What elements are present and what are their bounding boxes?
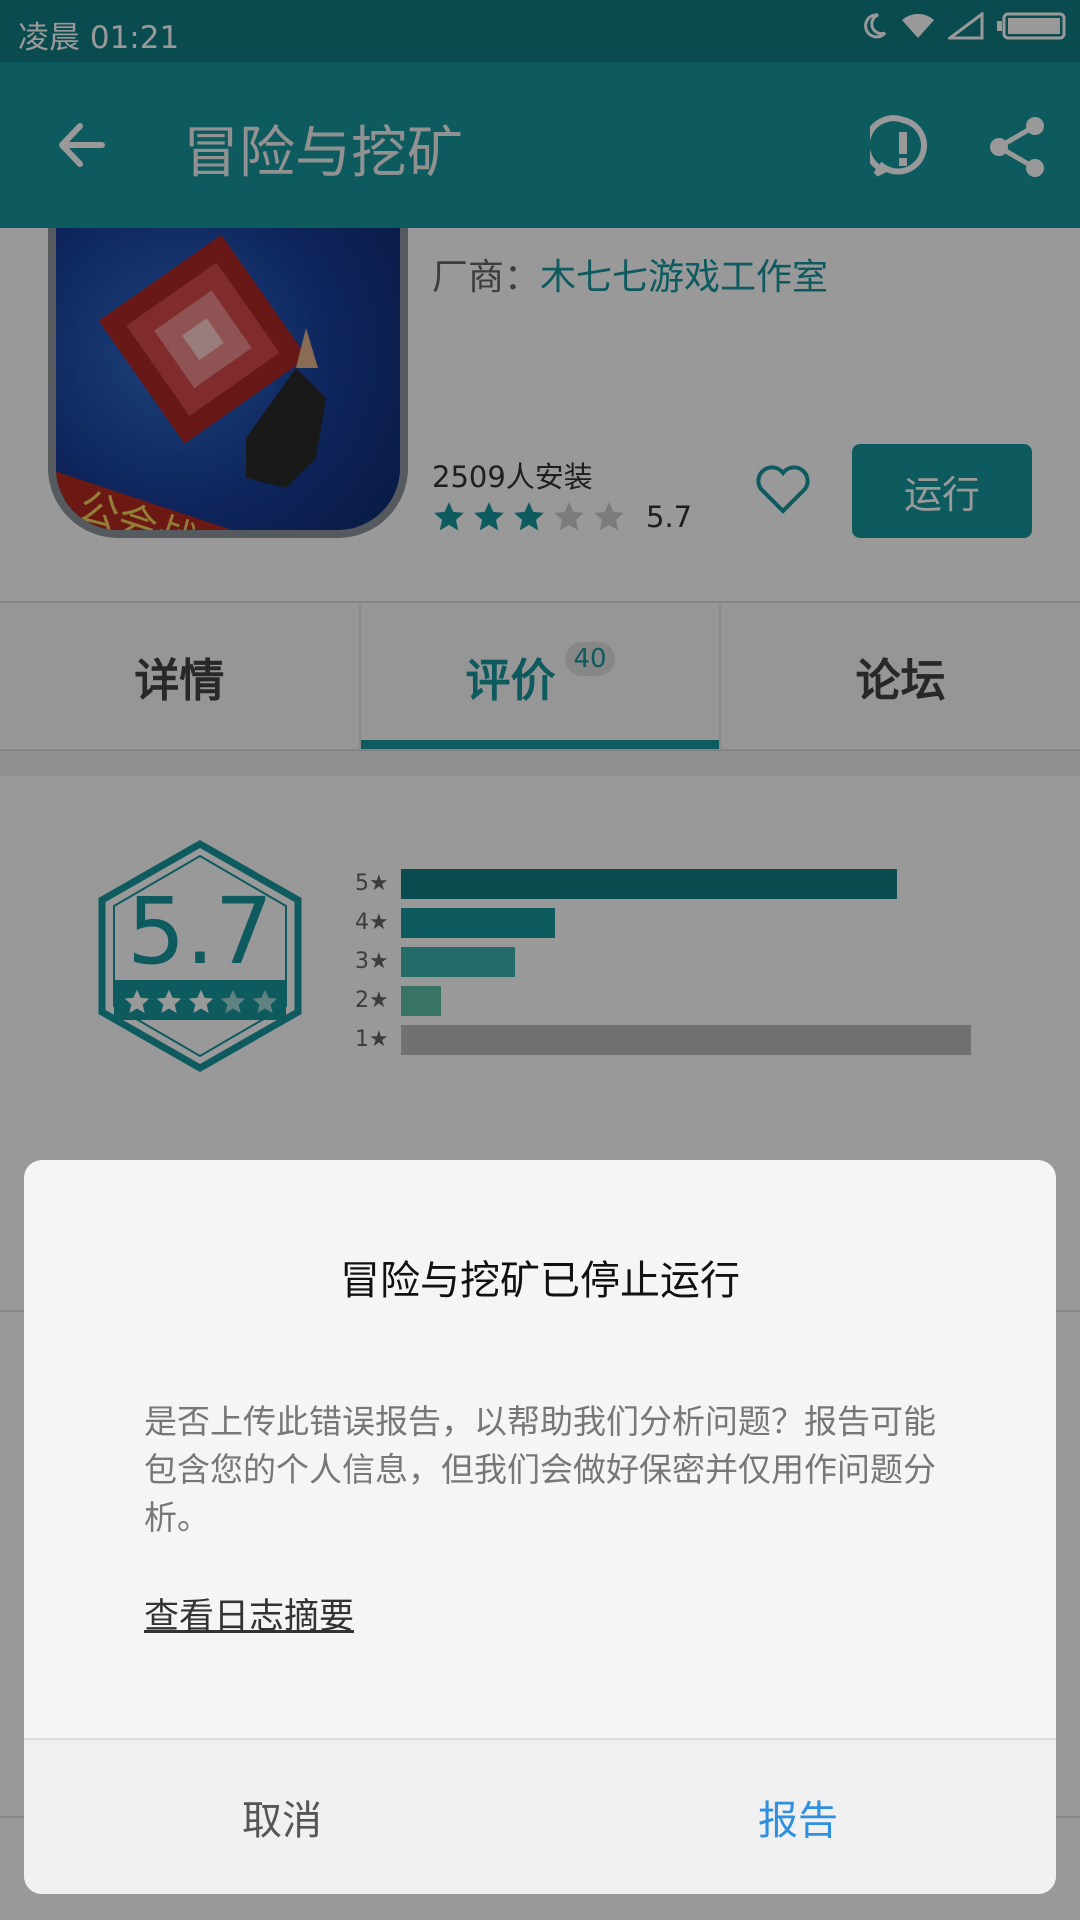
report-button[interactable]: 报告 — [540, 1740, 1056, 1894]
dialog-message: 是否上传此错误报告，以帮助我们分析问题？报告可能包含您的个人信息，但我们会做好保… — [144, 1402, 936, 1537]
cancel-button[interactable]: 取消 — [24, 1740, 540, 1894]
dialog-buttons: 取消 报告 — [24, 1740, 1056, 1894]
view-log-link[interactable]: 查看日志摘要 — [144, 1588, 354, 1639]
crash-dialog: 冒险与挖矿已停止运行 是否上传此错误报告，以帮助我们分析问题？报告可能包含您的个… — [24, 1160, 1056, 1894]
dialog-title: 冒险与挖矿已停止运行 — [340, 1258, 740, 1304]
